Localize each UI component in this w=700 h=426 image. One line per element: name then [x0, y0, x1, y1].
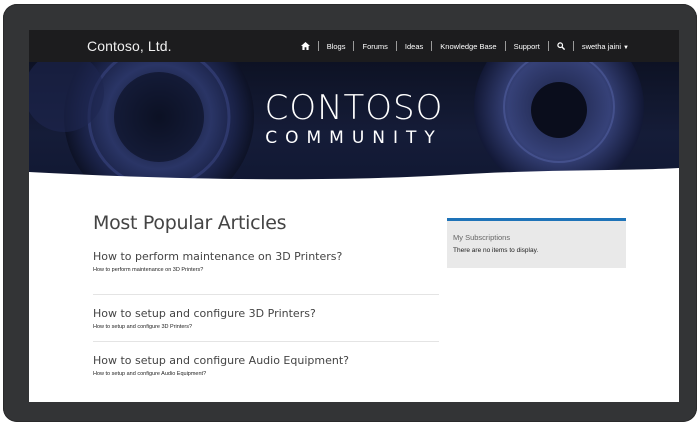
subscriptions-empty-message: There are no items to display. [453, 247, 539, 254]
hero-banner: CONTOSO COMMUNITY [29, 62, 679, 182]
main-nav: Blogs Forums Ideas Knowledge Base Suppor… [300, 30, 629, 62]
list-item: How to perform maintenance on 3D Printer… [93, 248, 439, 295]
browser-screen: Contoso, Ltd. Blogs Forums Ideas Knowled… [29, 30, 679, 402]
article-title-link[interactable]: How to perform maintenance on 3D Printer… [93, 248, 439, 263]
nav-divider [547, 41, 549, 51]
nav-item-ideas[interactable]: Ideas [405, 42, 423, 51]
search-icon[interactable] [557, 42, 565, 50]
hero-title: CONTOSO [264, 88, 444, 128]
list-item: How to setup and configure 3D Printers? … [93, 295, 439, 342]
article-title-link[interactable]: How to setup and configure Audio Equipme… [93, 342, 439, 367]
top-navbar: Contoso, Ltd. Blogs Forums Ideas Knowled… [29, 30, 679, 62]
nav-divider [431, 41, 433, 51]
nav-item-forums[interactable]: Forums [362, 42, 387, 51]
hero-wave-divider [29, 168, 679, 182]
popular-articles-list: How to perform maintenance on 3D Printer… [93, 248, 439, 389]
page-title: Most Popular Articles [93, 212, 287, 234]
nav-divider [317, 41, 319, 51]
article-description: How to setup and configure Audio Equipme… [93, 371, 207, 377]
user-name: swetha jaini [581, 41, 622, 51]
hero-subtitle: COMMUNITY [265, 128, 443, 148]
nav-item-support[interactable]: Support [514, 42, 540, 51]
chevron-down-icon: ▼ [623, 44, 629, 51]
nav-divider [353, 41, 355, 51]
nav-item-blogs[interactable]: Blogs [327, 42, 346, 51]
user-menu[interactable]: swetha jaini ▼ [582, 42, 629, 51]
home-icon[interactable] [300, 42, 310, 50]
laptop-frame: Contoso, Ltd. Blogs Forums Ideas Knowled… [3, 4, 697, 422]
site-brand[interactable]: Contoso, Ltd. [87, 38, 172, 54]
article-title-link[interactable]: How to setup and configure 3D Printers? [93, 295, 439, 320]
nav-divider [504, 41, 506, 51]
nav-item-knowledge-base[interactable]: Knowledge Base [440, 42, 496, 51]
nav-divider [572, 41, 574, 51]
list-item: How to setup and configure Audio Equipme… [93, 342, 439, 389]
nav-divider [395, 41, 397, 51]
subscriptions-title: My Subscriptions [453, 233, 511, 242]
article-description: How to perform maintenance on 3D Printer… [93, 267, 204, 273]
article-description: How to setup and configure 3D Printers? [93, 324, 193, 330]
subscriptions-panel: My Subscriptions There are no items to d… [447, 218, 626, 268]
